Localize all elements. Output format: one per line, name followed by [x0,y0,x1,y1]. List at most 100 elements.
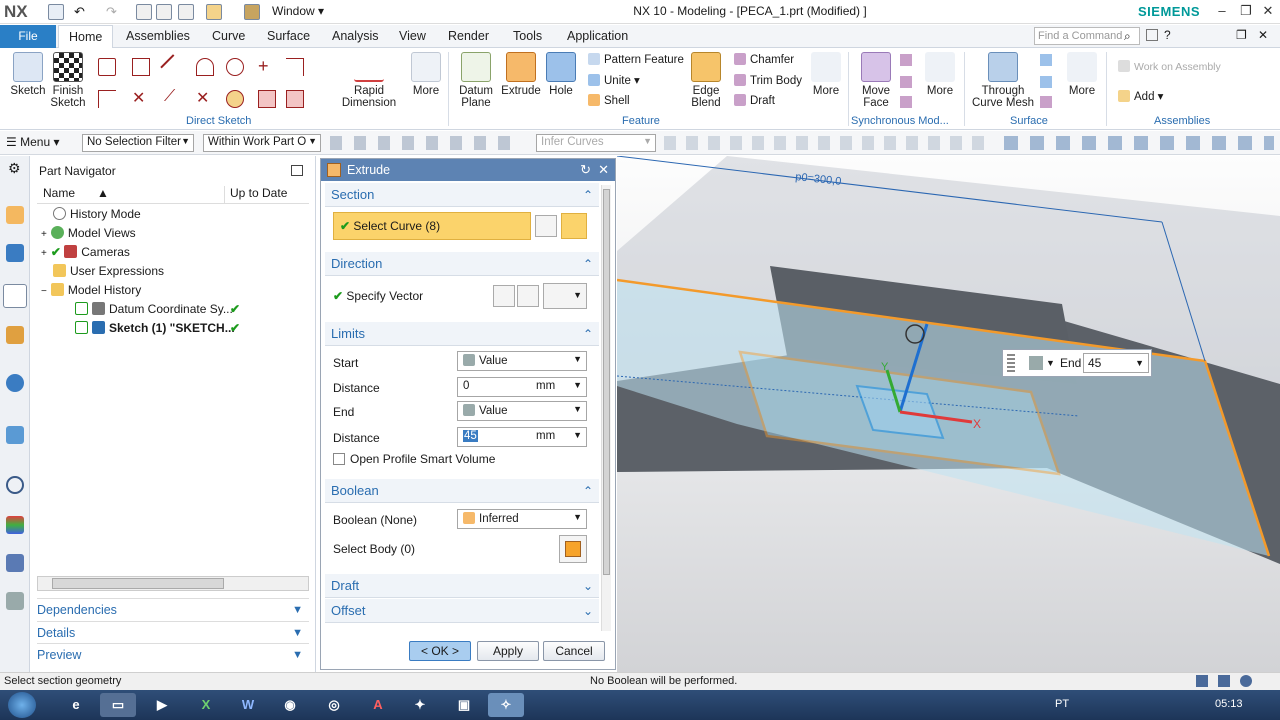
circle-icon[interactable] [226,58,244,76]
tab-render[interactable]: Render [448,29,489,43]
checkbox-checked-icon[interactable] [75,321,88,334]
curve-select-icon[interactable] [561,213,587,239]
app-icon[interactable]: ▣ [446,693,482,717]
pdf-reader-icon[interactable]: A [360,693,396,717]
history-clock-icon[interactable] [6,476,24,494]
graphics-viewport[interactable]: X Y p0=300,0 ▼ End 45 ▼ [617,156,1280,672]
help-icon[interactable]: ? [1164,28,1171,42]
vector-type-select[interactable]: ▼ [543,283,587,309]
window-menu[interactable]: Window ▾ [272,4,324,18]
checkbox-checked-icon[interactable] [75,302,88,315]
offset-header[interactable]: Offset ⌄ [325,599,599,623]
column-up-to-date[interactable]: Up to Date [225,186,309,204]
end-option-select[interactable]: Value ▼ [457,401,587,421]
model-view[interactable]: X Y p0=300,0 [617,156,1280,672]
web-browser-icon[interactable] [6,426,24,444]
move-face-button[interactable]: Move Face [856,52,896,109]
maximize-icon[interactable] [291,165,303,176]
offset-region-icon[interactable] [900,54,912,66]
chamfer-button[interactable]: Chamfer [734,53,794,67]
roles-icon[interactable] [6,592,24,610]
tab-application[interactable]: Application [567,29,628,43]
copy-icon[interactable] [156,4,172,20]
panel-dependencies[interactable]: Dependencies ▼ [37,598,309,620]
draft-button[interactable]: Draft [734,94,775,108]
tab-tools[interactable]: Tools [513,29,542,43]
point-icon[interactable]: + [258,56,269,77]
open-profile-checkbox[interactable] [333,453,345,465]
restore-button[interactable]: ❐ [1236,3,1256,19]
app-icon[interactable]: ◉ [272,693,308,717]
corner-icon[interactable] [98,90,116,108]
trim-body-button[interactable]: Trim Body [734,74,802,88]
status-icon[interactable] [1196,675,1208,687]
open-profile-row[interactable]: Open Profile Smart Volume [333,452,495,466]
browser-icon[interactable]: e [58,693,94,717]
minimize-button[interactable]: – [1212,3,1232,19]
save-icon[interactable] [48,4,64,20]
nx-taskbar-icon[interactable]: ✧ [488,693,524,717]
menu-button[interactable]: ☰ Menu ▾ [6,135,59,149]
tab-assemblies[interactable]: Assemblies [126,29,190,43]
tree-row-datum-csys[interactable]: Datum Coordinate Sy... ✔ [37,300,315,319]
vertical-scrollbar[interactable] [601,185,611,631]
ok-button[interactable]: < OK > [409,641,471,661]
undo-icon[interactable]: ↶ [74,4,90,20]
collapse-icon[interactable]: − [41,286,47,297]
tree-row-sketch[interactable]: Sketch (1) "SKETCH... ✔ [37,319,315,338]
scrollbar-thumb[interactable] [603,189,610,575]
reuse-library-icon[interactable] [6,326,24,344]
column-name[interactable]: Name ▲ [37,186,225,204]
make-corner-icon[interactable]: ✕ [196,88,209,108]
through-curve-mesh-button[interactable]: Through Curve Mesh [972,52,1034,109]
start-button[interactable] [8,692,36,718]
end-distance-input[interactable]: 45 mm ▼ [457,427,587,447]
surface-tool-icon[interactable] [1040,76,1052,88]
more-feature-button[interactable]: More [808,52,844,97]
pattern-feature-button[interactable]: Pattern Feature [588,53,684,67]
tab-home[interactable]: Home [58,25,114,49]
cut-icon[interactable] [136,4,152,20]
tree-row-history-mode[interactable]: History Mode [37,205,315,224]
start-option-select[interactable]: Value ▼ [457,351,587,371]
explorer-icon[interactable]: ▭ [100,693,136,717]
edge-blend-button[interactable]: Edge Blend [684,52,728,109]
view-tools[interactable] [1004,136,1274,150]
assembly-navigator-icon[interactable] [6,206,24,224]
close-icon[interactable]: ✕ [1258,28,1268,42]
tab-curve[interactable]: Curve [212,29,245,43]
sketch-button[interactable]: Sketch [6,52,50,97]
tab-surface[interactable]: Surface [267,29,310,43]
boolean-select[interactable]: Inferred ▼ [457,509,587,529]
direction-header[interactable]: Direction ⌃ [325,252,599,276]
status-icon[interactable] [1240,675,1252,687]
select-curve-row[interactable]: ✔ Select Curve (8) [333,212,531,240]
pattern-curve-icon[interactable] [258,90,276,108]
shell-button[interactable]: Shell [588,94,630,108]
tree-row-model-views[interactable]: + Model Views [37,224,315,243]
restore-icon[interactable]: ❐ [1236,28,1247,42]
close-icon[interactable]: ✕ [598,159,609,181]
tab-analysis[interactable]: Analysis [332,29,379,43]
constraint-navigator-icon[interactable] [6,244,24,262]
datum-plane-button[interactable]: Datum Plane [454,52,498,109]
finish-sketch-button[interactable]: Finish Sketch [48,52,88,109]
close-button[interactable]: ✕ [1258,3,1278,19]
selection-filter-select[interactable]: No Selection Filter ▼ [82,134,194,152]
word-icon[interactable]: W [230,693,266,717]
surface-tool-icon[interactable] [1040,96,1052,108]
add-button[interactable]: Add ▾ [1118,90,1163,104]
select-body-button[interactable] [559,535,587,563]
line-icon[interactable] [160,54,186,80]
app-icon[interactable]: ✦ [402,693,438,717]
rectangle-icon[interactable] [132,58,150,76]
repeat-command-icon[interactable] [244,4,260,20]
process-studio-icon[interactable] [6,554,24,572]
profile-icon[interactable] [98,58,116,76]
work-on-assembly-button[interactable]: Work on Assembly [1118,60,1221,74]
horizontal-scrollbar[interactable] [37,576,309,591]
snap-point-tools[interactable] [664,136,994,150]
vector-dialog-icon[interactable] [517,285,539,307]
redo-icon[interactable]: ↷ [106,4,122,20]
sketch-section-icon[interactable] [535,215,557,237]
